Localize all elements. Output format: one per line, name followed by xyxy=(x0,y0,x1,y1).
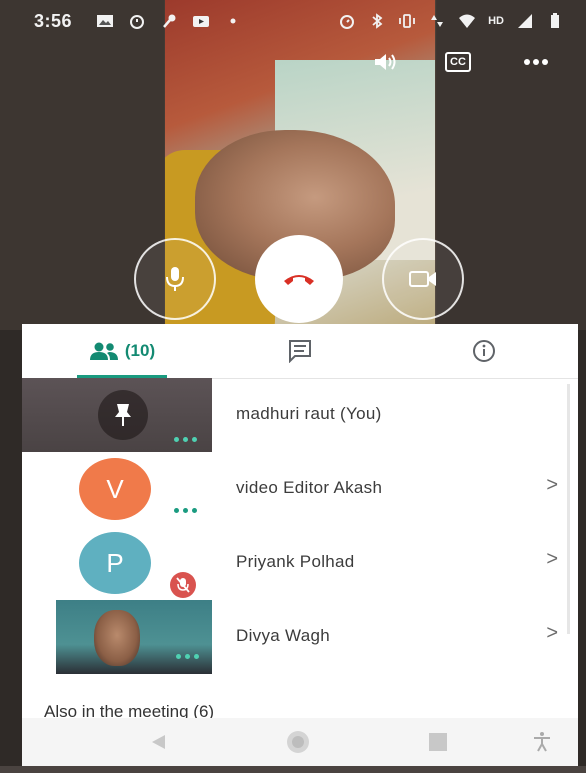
tab-chat[interactable] xyxy=(280,324,320,378)
people-icon xyxy=(89,342,118,360)
avatar: V xyxy=(79,458,151,520)
system-nav-bar xyxy=(22,718,578,766)
participant-video-thumb xyxy=(56,600,212,674)
accessibility-icon[interactable] xyxy=(522,728,562,756)
participant-name: Divya Wagh xyxy=(236,626,331,645)
tab-people[interactable]: (10) xyxy=(70,324,174,378)
status-left-icons xyxy=(96,12,242,30)
alarm-icon xyxy=(130,15,144,29)
camera-button[interactable] xyxy=(382,238,464,320)
panel-tabs: (10) xyxy=(22,324,578,379)
captions-label: CC xyxy=(445,52,471,72)
participant-name: madhuri raut (You) xyxy=(236,404,382,423)
bluetooth-icon xyxy=(372,13,383,29)
chevron-right-icon[interactable]: > xyxy=(546,548,558,571)
recents-icon[interactable] xyxy=(418,728,458,756)
end-call-icon xyxy=(284,275,314,285)
youtube-icon xyxy=(193,16,209,27)
dot-icon xyxy=(230,18,236,24)
participant-row[interactable]: P Priyank Polhad > xyxy=(22,526,578,600)
data-icon xyxy=(431,15,444,27)
screen: 3:56 HD CC (10) madhuri raut (You) V vid… xyxy=(0,0,586,773)
participant-row[interactable]: Divya Wagh > xyxy=(22,600,578,674)
mic-button[interactable] xyxy=(134,238,216,320)
more-dots-icon[interactable] xyxy=(176,652,206,660)
hd-label: HD xyxy=(488,15,504,27)
screen-edge xyxy=(0,766,586,773)
participant-name: Priyank Polhad xyxy=(236,552,355,571)
back-icon[interactable] xyxy=(138,728,178,756)
home-icon[interactable] xyxy=(278,728,318,756)
call-controls xyxy=(0,235,586,323)
mic-icon xyxy=(166,267,184,291)
top-call-controls: CC xyxy=(0,48,586,78)
avatar-letter: V xyxy=(106,473,124,504)
tab-info[interactable] xyxy=(464,324,504,378)
pin-icon xyxy=(163,14,176,28)
end-call-button[interactable] xyxy=(255,235,343,323)
avatar: P xyxy=(79,532,151,594)
status-bar: 3:56 HD xyxy=(0,0,586,44)
status-time: 3:56 xyxy=(34,11,73,31)
alarm-icon xyxy=(340,15,355,29)
camera-icon xyxy=(409,271,436,287)
participant-name: video Editor Akash xyxy=(236,478,383,497)
chevron-right-icon[interactable]: > xyxy=(546,622,558,645)
volume-icon[interactable] xyxy=(368,48,404,76)
mic-off-icon xyxy=(170,572,196,598)
more-dots-icon[interactable] xyxy=(174,435,204,443)
vibrate-icon xyxy=(399,14,416,28)
people-count: (10) xyxy=(124,341,156,360)
participant-video-thumb xyxy=(22,378,212,452)
chevron-right-icon[interactable]: > xyxy=(546,474,558,497)
participant-row[interactable]: V video Editor Akash > xyxy=(22,452,578,526)
image-icon xyxy=(97,15,113,27)
battery-icon xyxy=(551,13,559,28)
more-dots-icon[interactable] xyxy=(174,506,204,514)
pin-badge xyxy=(98,390,148,440)
chat-icon xyxy=(289,340,311,363)
signal-icon xyxy=(518,14,532,28)
more-icon[interactable] xyxy=(518,48,554,76)
avatar-letter: P xyxy=(106,547,124,578)
wifi-icon xyxy=(459,14,476,28)
participants-panel: (10) madhuri raut (You) V video Editor A… xyxy=(22,324,578,773)
captions-button[interactable]: CC xyxy=(440,48,476,76)
status-right-icons: HD xyxy=(338,12,564,30)
info-icon xyxy=(473,340,495,362)
participant-row[interactable]: madhuri raut (You) xyxy=(22,378,578,452)
video-person-face xyxy=(94,610,140,666)
pin-icon xyxy=(115,404,131,426)
